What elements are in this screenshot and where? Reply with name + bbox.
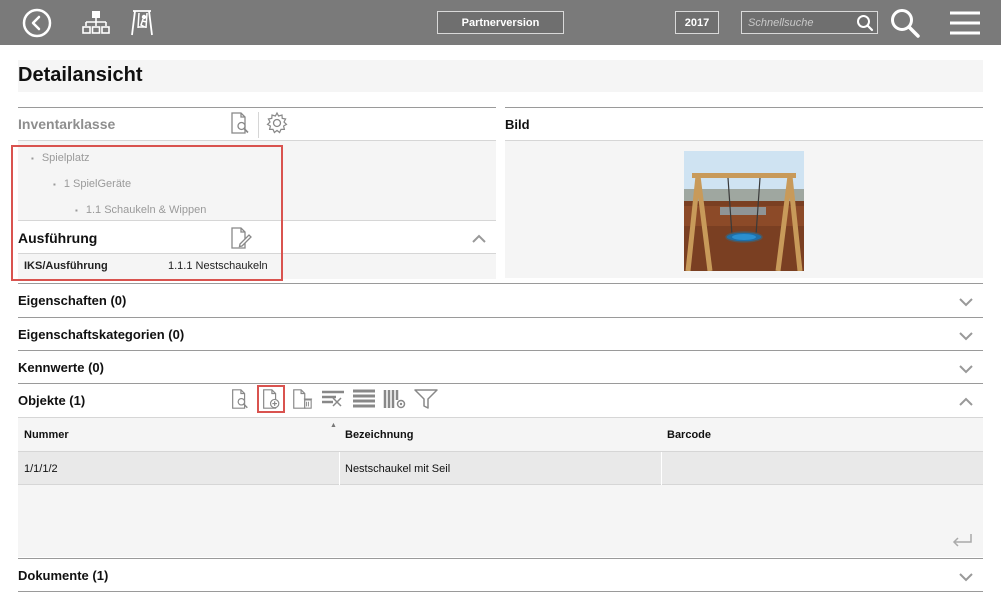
bild-panel: Bild: [505, 107, 983, 278]
back-arrow-circle-icon[interactable]: [20, 6, 54, 40]
toolbar-divider: [258, 112, 259, 138]
column-header-bezeichnung[interactable]: Bezeichnung: [345, 429, 413, 441]
column-header-barcode[interactable]: Barcode: [667, 429, 711, 441]
chevron-down-icon[interactable]: [959, 328, 973, 346]
funnel-filter-icon[interactable]: [414, 387, 438, 411]
bild-header: Bild: [505, 108, 983, 141]
search-input[interactable]: [742, 12, 854, 33]
page-title-bar: Detailansicht: [18, 60, 983, 92]
year-selector[interactable]: 2017: [675, 11, 719, 34]
inventarklasse-title: Inventarklasse: [18, 116, 116, 132]
delete-document-icon[interactable]: [290, 387, 314, 411]
add-document-icon[interactable]: [257, 385, 285, 413]
chevron-up-icon[interactable]: [472, 231, 486, 249]
section-eigenschaften[interactable]: Eigenschaften (0): [18, 283, 983, 317]
highlight-box-inventarklasse: [11, 145, 283, 281]
inventarklasse-toolbar: [228, 111, 289, 140]
section-eigenschaftskategorien[interactable]: Eigenschaftskategorien (0): [18, 317, 983, 351]
partner-version-button[interactable]: Partnerversion: [437, 11, 564, 34]
objekte-toolbar: [228, 385, 438, 413]
chevron-down-icon[interactable]: [959, 294, 973, 312]
big-search-icon[interactable]: [888, 6, 922, 40]
document-search-icon[interactable]: [228, 111, 252, 140]
section-kennwerte-title: Kennwerte (0): [18, 360, 104, 375]
objekte-table: Nummer ▲ Bezeichnung Barcode 1/1/1/2 Nes…: [18, 417, 983, 557]
cell-nummer: 1/1/1/2: [24, 463, 58, 475]
column-divider: [339, 452, 340, 485]
document-search-icon[interactable]: [228, 387, 252, 411]
page-title: Detailansicht: [18, 64, 143, 86]
inventarklasse-header: Inventarklasse: [18, 108, 496, 141]
section-eigenschaften-title: Eigenschaften (0): [18, 293, 127, 308]
sort-ascending-icon: ▲: [330, 422, 337, 429]
quick-search-box: [741, 11, 878, 34]
section-objekte-title: Objekte (1): [18, 393, 86, 408]
section-eigenschaftskategorien-title: Eigenschaftskategorien (0): [18, 327, 185, 342]
filter-list-icon[interactable]: [321, 387, 345, 411]
sitemap-icon[interactable]: [79, 6, 113, 40]
column-divider: [661, 452, 662, 485]
swing-person-icon[interactable]: [125, 6, 159, 40]
section-dokumente-title: Dokumente (1): [18, 568, 109, 583]
rows-icon[interactable]: [352, 387, 376, 411]
table-header: Nummer ▲ Bezeichnung Barcode: [18, 418, 983, 452]
column-header-nummer[interactable]: Nummer: [24, 429, 69, 441]
playground-swing-image[interactable]: [684, 151, 804, 272]
return-arrow-icon[interactable]: [951, 532, 973, 553]
section-objekte[interactable]: Objekte (1): [18, 383, 983, 417]
search-icon[interactable]: [856, 14, 874, 32]
chevron-up-icon[interactable]: [959, 394, 973, 412]
bild-title: Bild: [505, 117, 530, 132]
section-kennwerte[interactable]: Kennwerte (0): [18, 350, 983, 384]
top-bar: Partnerversion 2017: [0, 0, 1001, 45]
hamburger-menu-icon[interactable]: [948, 6, 982, 40]
section-dokumente[interactable]: Dokumente (1): [18, 558, 983, 592]
chevron-down-icon[interactable]: [959, 569, 973, 587]
chevron-down-icon[interactable]: [959, 361, 973, 379]
column-settings-icon[interactable]: [383, 387, 407, 411]
cell-bezeichnung: Nestschaukel mit Seil: [345, 463, 451, 475]
gear-icon[interactable]: [265, 111, 289, 140]
table-row[interactable]: 1/1/1/2 Nestschaukel mit Seil: [18, 452, 983, 485]
